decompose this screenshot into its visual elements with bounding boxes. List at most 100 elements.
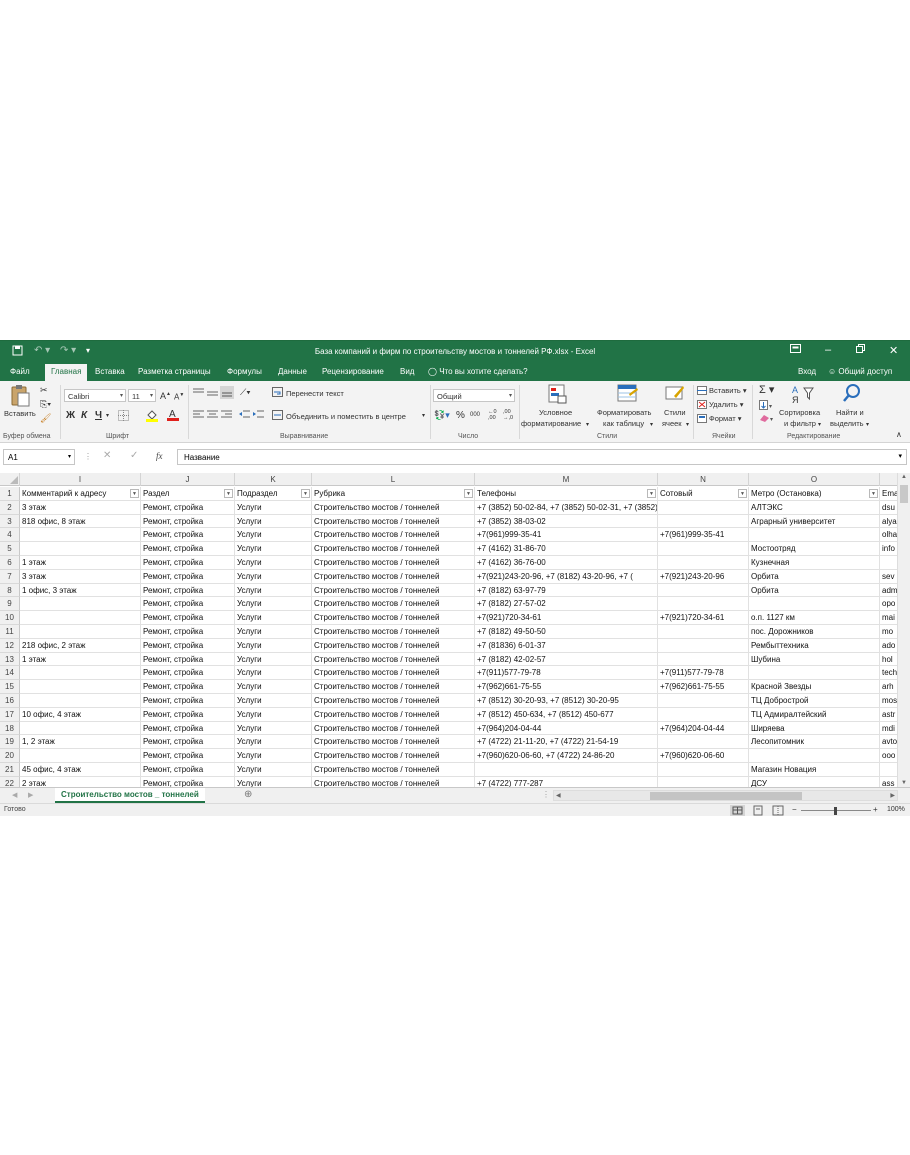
column-header[interactable]: O	[749, 473, 880, 486]
row-header[interactable]: 10	[0, 611, 20, 625]
table-cell[interactable]: Строительство мостов / тоннелей	[312, 500, 475, 515]
insert-cells-label[interactable]: Вставить ▾	[709, 386, 747, 395]
zoom-slider-thumb[interactable]	[834, 807, 837, 815]
table-cell[interactable]: +7 (3852) 50-02-84, +7 (3852) 50-02-31, …	[475, 500, 658, 515]
table-cell[interactable]: Кузнечная	[749, 556, 880, 570]
row-header[interactable]: 22	[0, 776, 20, 787]
table-cell[interactable]: Услуги	[235, 763, 312, 777]
sheet-next-icon[interactable]: ▶	[28, 791, 33, 799]
row-header[interactable]: 14	[0, 666, 20, 681]
table-cell[interactable]	[20, 694, 141, 708]
table-cell[interactable]: Ремонт, стройка	[141, 680, 235, 694]
table-cell[interactable]: Строительство мостов / тоннелей	[312, 776, 475, 787]
align-middle-icon[interactable]	[207, 388, 218, 400]
table-cell[interactable]: +7(921)720-34-61	[475, 611, 658, 625]
table-cell[interactable]: 2 этаж	[20, 776, 141, 787]
table-cell[interactable]	[20, 542, 141, 556]
header-cell[interactable]: Метро (Остановка) ▼	[749, 487, 880, 501]
table-cell[interactable]: АЛТЭКС	[749, 500, 880, 515]
table-cell[interactable]: Ремонт, стройка	[141, 569, 235, 584]
table-cell[interactable]: Строительство мостов / тоннелей	[312, 707, 475, 722]
row-header[interactable]: 4	[0, 528, 20, 543]
table-cell[interactable]: Магазин Новация	[749, 763, 880, 777]
sheet-tab-active[interactable]: Строительство мостов _ тоннелей	[55, 788, 205, 803]
table-cell[interactable]: +7(921)243-20-96	[658, 569, 749, 584]
name-box[interactable]: A1 ▾	[3, 449, 75, 465]
table-cell[interactable]: avto	[880, 735, 897, 750]
align-center-icon[interactable]	[207, 410, 218, 422]
table-cell[interactable]: Услуги	[235, 500, 312, 515]
table-cell[interactable]: mo	[880, 625, 897, 639]
share-button[interactable]: ☺ Общий доступ	[828, 367, 892, 376]
row-header[interactable]: 18	[0, 721, 20, 736]
merge-center-icon[interactable]	[272, 410, 283, 422]
row-header[interactable]: 13	[0, 652, 20, 667]
align-top-icon[interactable]	[193, 388, 204, 400]
table-cell[interactable]: Строительство мостов / тоннелей	[312, 611, 475, 625]
header-cell[interactable]: Раздел ▼	[141, 487, 235, 501]
table-cell[interactable]: +7(911)577-79-78	[658, 666, 749, 681]
column-header[interactable]	[880, 473, 897, 486]
increase-decimal-icon[interactable]: ←0,00	[488, 409, 497, 421]
table-cell[interactable]: ass	[880, 777, 897, 787]
table-cell[interactable]: Ширяева	[749, 721, 880, 736]
fill-icon[interactable]: ▾	[759, 400, 775, 412]
row-header[interactable]: 15	[0, 680, 20, 694]
table-cell[interactable]: Рембыттехника	[749, 638, 880, 653]
table-cell[interactable]: Ремонт, стройка	[141, 666, 235, 681]
table-cell[interactable]: mdi	[880, 722, 897, 736]
row-header[interactable]: 20	[0, 749, 20, 763]
table-cell[interactable]: Строительство мостов / тоннелей	[312, 528, 475, 543]
table-cell[interactable]	[658, 707, 749, 722]
table-cell[interactable]: Услуги	[235, 735, 312, 750]
filter-dropdown-icon[interactable]: ▼	[130, 489, 139, 498]
table-cell[interactable]: Строительство мостов / тоннелей	[312, 763, 475, 777]
table-cell[interactable]: Услуги	[235, 611, 312, 625]
delete-cells-icon[interactable]	[697, 400, 707, 411]
table-cell[interactable]: Орбита	[749, 583, 880, 598]
table-cell[interactable]: Ремонт, стройка	[141, 707, 235, 722]
row-header[interactable]: 3	[0, 514, 20, 529]
cell-styles-icon[interactable]	[665, 384, 685, 406]
table-cell[interactable]	[20, 597, 141, 612]
table-cell[interactable]: Строительство мостов / тоннелей	[312, 638, 475, 653]
filter-dropdown-icon[interactable]: ▼	[869, 489, 878, 498]
table-cell[interactable]: Ремонт, стройка	[141, 500, 235, 515]
table-cell[interactable]: ДСУ	[749, 776, 880, 787]
format-as-table-label-2[interactable]: как таблицу	[603, 419, 644, 428]
table-cell[interactable]: Строительство мостов / тоннелей	[312, 749, 475, 763]
normal-view-icon[interactable]	[730, 805, 745, 816]
page-layout-view-icon[interactable]	[752, 805, 764, 816]
table-cell[interactable]: dsu	[880, 501, 897, 515]
font-color-icon[interactable]: A	[167, 408, 179, 423]
table-cell[interactable]: Услуги	[235, 542, 312, 556]
table-cell[interactable]: Строительство мостов / тоннелей	[312, 514, 475, 529]
sort-filter-icon[interactable]: AЯ	[792, 384, 814, 406]
zoom-in-icon[interactable]: +	[873, 805, 878, 814]
filter-dropdown-icon[interactable]: ▼	[224, 489, 233, 498]
table-cell[interactable]: +7(962)661-75-55	[658, 680, 749, 694]
column-header[interactable]: K	[235, 473, 312, 486]
table-cell[interactable]: +7(911)577-79-78	[475, 666, 658, 681]
table-cell[interactable]: Строительство мостов / тоннелей	[312, 652, 475, 667]
header-cell[interactable]: Сотовый ▼	[658, 487, 749, 501]
table-cell[interactable]	[749, 528, 880, 543]
table-cell[interactable]	[658, 735, 749, 750]
currency-icon[interactable]: 💱▾	[434, 410, 450, 421]
table-cell[interactable]: Услуги	[235, 680, 312, 694]
conditional-formatting-label-1[interactable]: Условное	[539, 408, 572, 417]
table-cell[interactable]: +7 (4722) 777-287	[475, 776, 658, 787]
header-cell[interactable]: Email	[880, 487, 897, 501]
table-cell[interactable]: +7 (4162) 36-76-00	[475, 556, 658, 570]
table-cell[interactable]: opo	[880, 597, 897, 612]
header-cell[interactable]: Телефоны ▼	[475, 487, 658, 501]
tab-file[interactable]: Файл	[10, 367, 30, 376]
table-cell[interactable]	[658, 500, 749, 515]
table-cell[interactable]: Красной Звезды	[749, 680, 880, 694]
zoom-level[interactable]: 100%	[887, 806, 905, 813]
header-cell[interactable]: Подраздел ▼	[235, 487, 312, 501]
table-cell[interactable]: +7 (81836) 6-01-37	[475, 638, 658, 653]
table-cell[interactable]: mai	[880, 611, 897, 625]
table-cell[interactable]: +7 (3852) 38-03-02	[475, 514, 658, 529]
table-cell[interactable]: 1, 2 этаж	[20, 735, 141, 750]
